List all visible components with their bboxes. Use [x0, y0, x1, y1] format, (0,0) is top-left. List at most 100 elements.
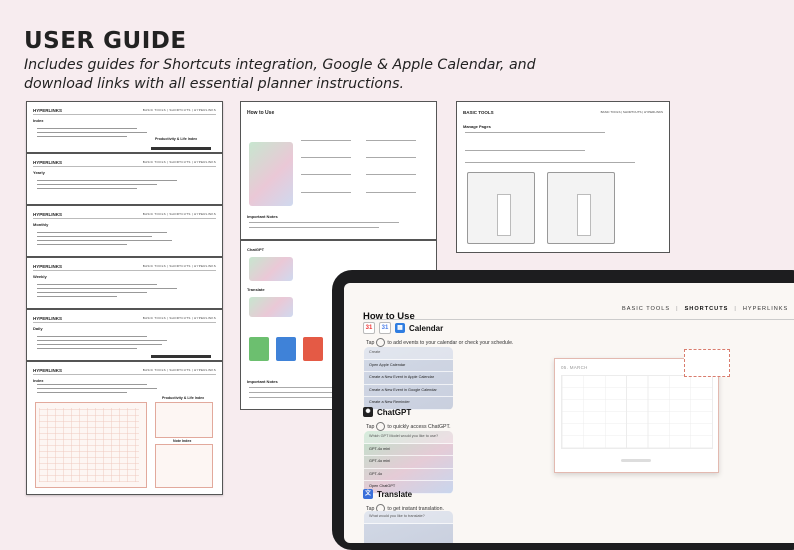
text-line [249, 222, 399, 223]
translate-heading: Translate [247, 287, 265, 292]
sheet-right-label: Productivity & Life Index [155, 137, 198, 141]
calendar-shortcut-icon[interactable]: ▦ [395, 323, 405, 333]
sheet-right-label-2: Note Index [173, 439, 192, 443]
sheet-heading: HYPERLINKS [33, 368, 63, 373]
translate-shortcut-menu: What would you like to translate? [364, 511, 453, 543]
sheet-nav: BASIC TOOLS | SHORTCUTS | HYPERLINKS [142, 212, 216, 216]
text-line [37, 292, 147, 294]
text-line [37, 232, 167, 234]
text-line [37, 340, 167, 342]
text-line [301, 157, 351, 158]
page-heading: How to Use [247, 110, 275, 116]
menu-item-new-apple-event[interactable]: Create a New Event in Apple Calendar [364, 372, 453, 385]
text-line [37, 392, 127, 394]
tap-word: Tap [366, 339, 375, 346]
text-line [37, 128, 137, 130]
text-line [37, 180, 177, 182]
sheet-heading: HYPERLINKS [33, 264, 63, 269]
translate-icon[interactable]: 文 [363, 489, 373, 499]
tab-hyperlinks[interactable]: HYPERLINKS [743, 306, 788, 312]
text-line [37, 244, 127, 246]
chatgpt-instruction: Tap to quickly access ChatGPT. [366, 422, 451, 431]
text-line [465, 150, 585, 151]
sheet-nav: BASIC TOOLS | SHORTCUTS | HYPERLINKS [142, 264, 216, 268]
calendar-shortcut-menu: Create Open Apple Calendar Create a New … [364, 347, 453, 410]
calendar-grid [561, 375, 713, 449]
app-tile-green [249, 337, 269, 361]
divider [363, 319, 794, 320]
text-line [37, 284, 157, 286]
text-line [37, 384, 147, 386]
tap-circle-icon [376, 338, 386, 347]
context-menu [497, 194, 511, 236]
sheet-nav: BASIC TOOLS | SHORTCUTS | HYPERLINKS [142, 160, 216, 164]
manage-pages-heading: Manage Pages [463, 124, 491, 129]
page-nav: BASIC TOOLS | SHORTCUTS | HYPERLINKS [600, 110, 663, 114]
tab-separator: | [734, 306, 737, 312]
text-line [366, 157, 416, 158]
page-subtitle: Includes guides for Shortcuts integratio… [24, 57, 536, 92]
page-indicator [621, 459, 651, 462]
hyperlinks-page-weekly: HYPERLINKS BASIC TOOLS | SHORTCUTS | HYP… [26, 257, 223, 309]
translate-label: Translate [377, 489, 413, 499]
tab-shortcuts[interactable]: SHORTCUTS [685, 306, 729, 312]
text-line [37, 236, 152, 238]
apple-calendar-icon[interactable]: 31 [363, 322, 375, 334]
text-line [37, 336, 147, 338]
text-line [301, 174, 351, 175]
sheet-heading: HYPERLINKS [33, 316, 63, 321]
sheet-heading: HYPERLINKS [33, 108, 63, 113]
menu-item-gpt-4o-mini-2[interactable]: GPT-4o mini [364, 456, 453, 469]
sheet-section: Index [33, 378, 44, 383]
how-to-use-page: How to Use Important Notes [240, 101, 437, 240]
text-line [301, 140, 351, 141]
sheet-nav: BASIC TOOLS | SHORTCUTS | HYPERLINKS [142, 316, 216, 320]
menu-item-gpt-4o[interactable]: GPT-4o [364, 469, 453, 481]
google-calendar-icon[interactable]: 31 [379, 322, 391, 334]
month-label: 05. MARCH [561, 365, 588, 370]
chatgpt-shortcut-menu: Which GPT Model would you like to use? G… [364, 431, 453, 494]
text-line [37, 132, 147, 134]
hyperlinks-page-daily: HYPERLINKS BASIC TOOLS | SHORTCUTS | HYP… [26, 309, 223, 361]
calendar-instruction: Tap to add events to your calendar or che… [366, 338, 513, 347]
mini-calendar-popup [684, 349, 730, 377]
chatgpt-heading: ChatGPT [247, 247, 265, 252]
translate-menu-preview [249, 297, 293, 317]
context-menu [577, 194, 591, 236]
chatgpt-icon[interactable]: ✺ [363, 407, 373, 417]
menu-item: Which GPT Model would you like to use? [364, 431, 453, 444]
menu-item-gpt-4o-mini[interactable]: GPT-4o mini [364, 444, 453, 456]
chatgpt-section-title: ✺ ChatGPT [363, 407, 411, 417]
calendar-section-title: 31 31 ▦ Calendar [363, 322, 443, 334]
hyperlinks-page-index: HYPERLINKS BASIC TOOLS | SHORTCUTS | HYP… [26, 101, 223, 153]
divider [33, 374, 216, 375]
decor-bar [151, 355, 211, 358]
calendar-note-text: to add events to your calendar or check … [387, 339, 514, 346]
tab-basic-tools[interactable]: BASIC TOOLS [622, 306, 670, 312]
calendar-label: Calendar [409, 323, 444, 333]
app-tile-blue [276, 337, 296, 361]
tablet-screen: How to Use BASIC TOOLS | SHORTCUTS | HYPERLI… [344, 283, 794, 543]
sheet-nav: BASIC TOOLS | SHORTCUTS | HYPERLINKS [142, 108, 216, 112]
tap-circle-icon [376, 422, 386, 431]
divider [33, 218, 216, 219]
text-line [366, 174, 416, 175]
page-heading: BASIC TOOLS [463, 110, 494, 115]
text-line [37, 136, 127, 138]
tab-separator: | [676, 306, 679, 312]
page-stack-left: HYPERLINKS BASIC TOOLS | SHORTCUTS | HYP… [26, 101, 223, 495]
shortcut-menu-preview [249, 142, 293, 206]
how-to-use-title: How to Use [363, 311, 415, 322]
index-grid [39, 408, 139, 482]
note-index-thumbnail [155, 444, 213, 488]
divider [33, 166, 216, 167]
menu-item-new-google-event[interactable]: Create a New Event in Google Calendar [364, 385, 453, 397]
text-line [37, 184, 157, 186]
text-line [465, 132, 605, 133]
text-line [37, 348, 137, 350]
hyperlinks-page-monthly: HYPERLINKS BASIC TOOLS | SHORTCUTS | HYP… [26, 205, 223, 257]
text-line [37, 288, 177, 290]
menu-item-open-apple-calendar[interactable]: Open Apple Calendar [364, 360, 453, 372]
important-notes-heading: Important Notes [247, 214, 278, 219]
sheet-heading: HYPERLINKS [33, 212, 63, 217]
